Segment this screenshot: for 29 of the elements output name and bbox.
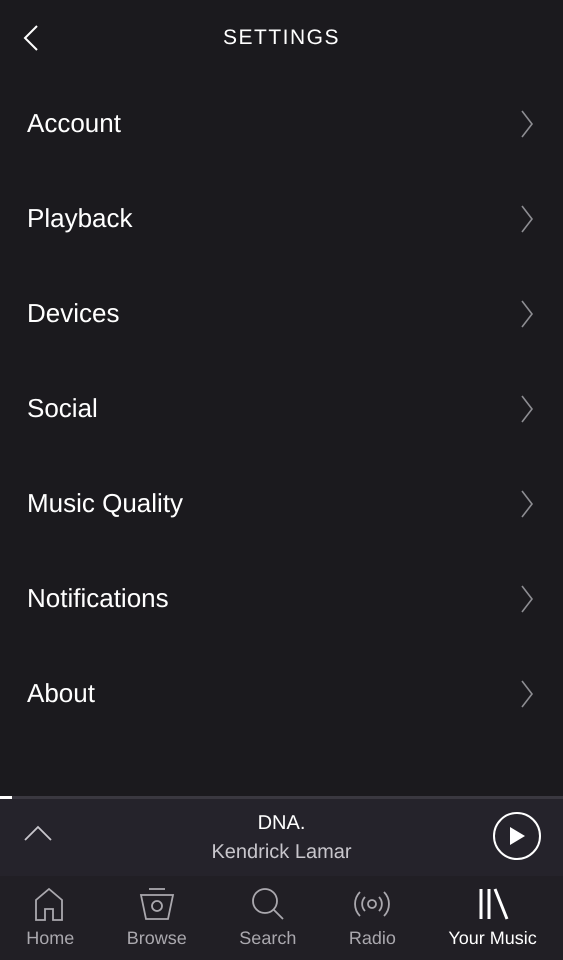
chevron-icon xyxy=(521,110,533,138)
tab[interactable]: Home xyxy=(24,886,76,949)
basket-icon xyxy=(138,886,175,922)
screen-title: SETTINGS xyxy=(222,26,340,50)
settings-item[interactable]: Account xyxy=(0,76,563,171)
settings-item[interactable]: Notifications xyxy=(0,551,563,646)
settings-item[interactable]: Playback xyxy=(0,171,563,266)
chevron-icon xyxy=(521,490,533,518)
chevron-icon xyxy=(521,584,533,612)
search-icon xyxy=(250,886,286,922)
play-icon xyxy=(508,826,526,846)
settings-item[interactable]: About xyxy=(0,646,563,741)
expand-button[interactable] xyxy=(24,825,52,841)
tab[interactable]: Radio xyxy=(346,886,398,949)
settings-item[interactable]: Music Quality xyxy=(0,456,563,551)
chevron-icon xyxy=(521,204,533,232)
chevron-icon xyxy=(521,394,533,422)
tab[interactable]: Search xyxy=(237,886,298,949)
caret-icon xyxy=(24,825,52,841)
settings-item[interactable]: Devices xyxy=(0,266,563,361)
back-icon xyxy=(22,24,40,52)
chevron-icon xyxy=(521,300,533,328)
chevron-icon xyxy=(521,680,533,708)
artist-name: Kendrick Lamar xyxy=(211,840,352,864)
settings-item[interactable]: Social xyxy=(0,361,563,456)
tab[interactable]: Your Music xyxy=(446,886,539,949)
tab[interactable]: Browse xyxy=(124,886,189,949)
play-button[interactable] xyxy=(493,812,541,860)
track-title: DNA. xyxy=(258,812,306,834)
